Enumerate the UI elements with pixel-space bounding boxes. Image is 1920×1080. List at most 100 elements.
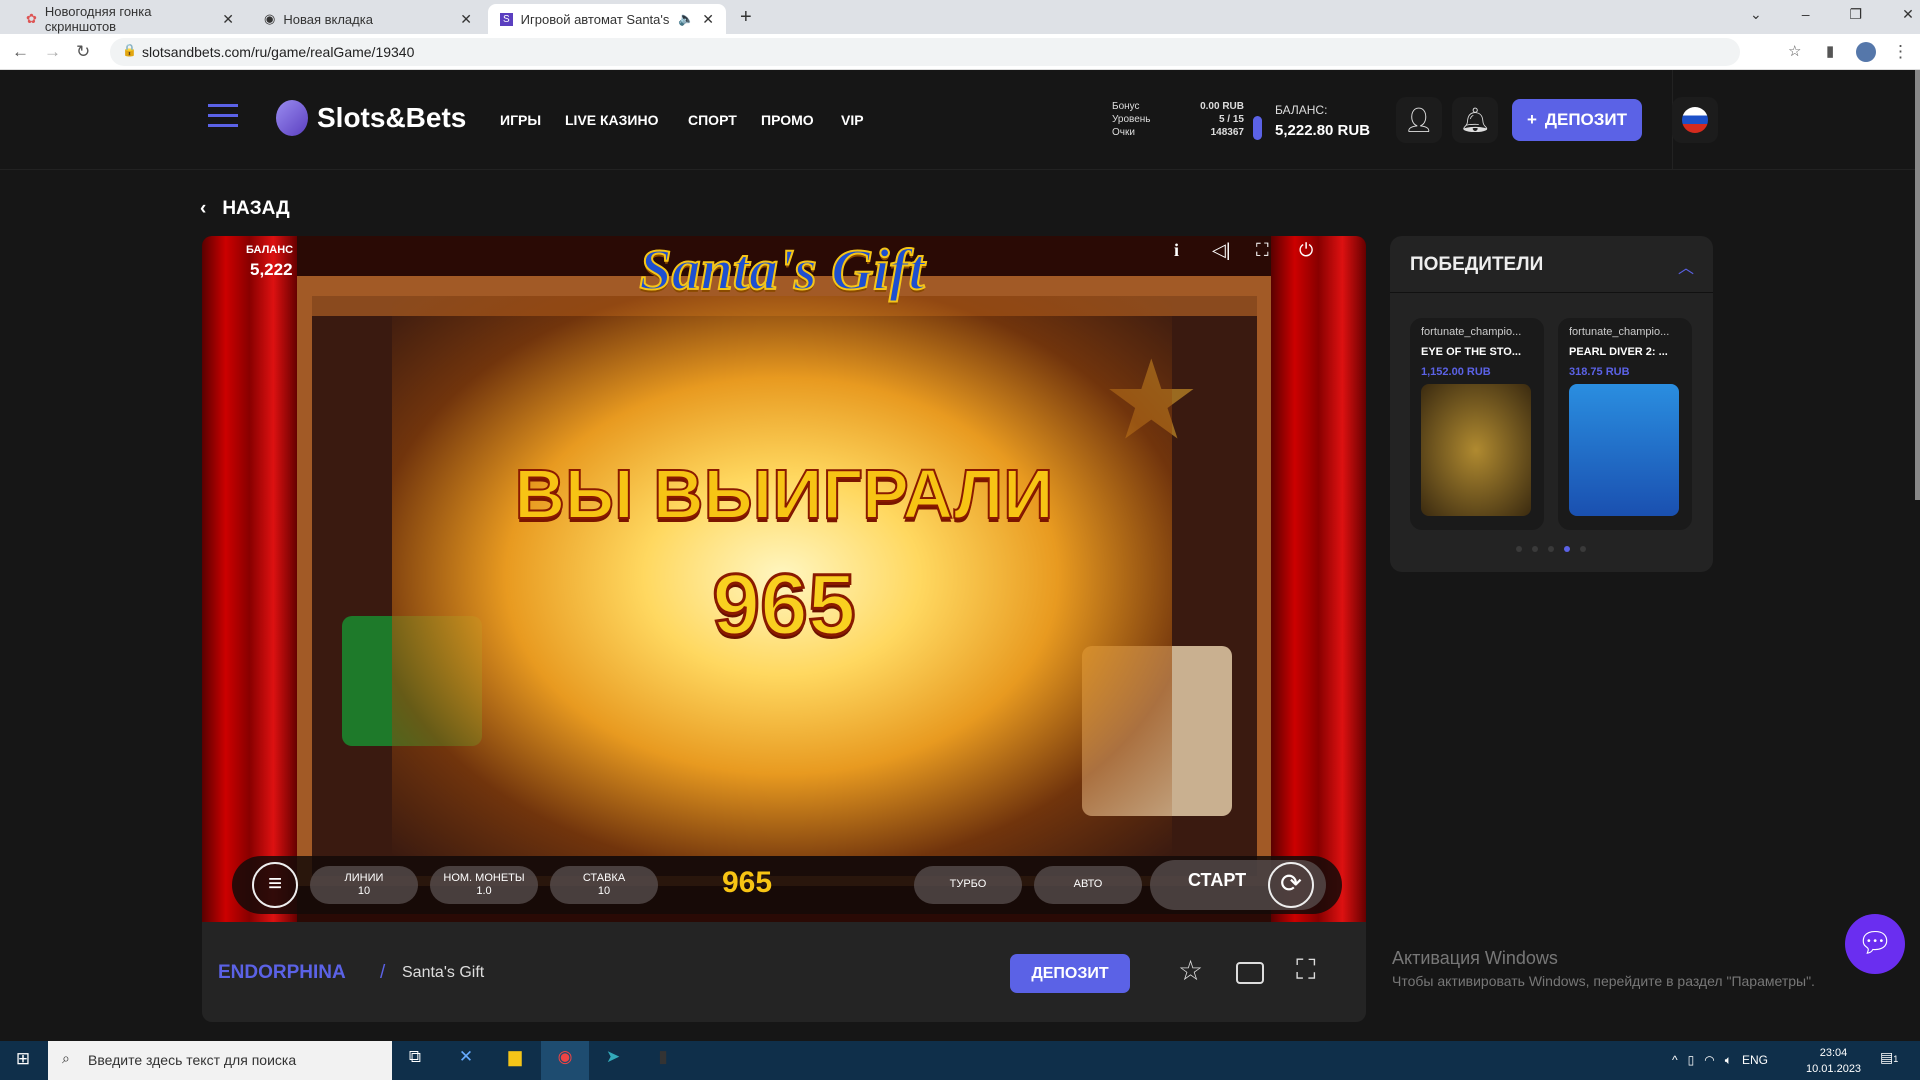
url-input[interactable]: 🔒 slotsandbets.com/ru/game/realGame/19340 <box>110 38 1740 66</box>
star-icon[interactable]: ☆ <box>1788 42 1801 60</box>
browser-tab-bar: ✿ Новогодняя гонка скриншотов ✕ ◉ Новая вкл… <box>0 0 1920 34</box>
nav-sport[interactable]: СПОРТ <box>688 112 737 128</box>
winner-card[interactable]: fortunate_champio... EYE OF THE STO... 1… <box>1410 318 1544 530</box>
user-icon[interactable]: 👤︎ <box>1396 97 1442 143</box>
user-stats-values: 0.00 RUB 5 / 15 148367 <box>1200 101 1244 138</box>
language-indicator: ENG <box>1741 1053 1768 1067</box>
game-logo: Santa's Gift <box>638 236 925 303</box>
app-icon[interactable]: ▮ <box>648 1047 678 1075</box>
reload-icon[interactable]: ↻ <box>76 42 90 62</box>
system-tray[interactable]: ^ ▯ ◠ 🔈︎ ENG <box>1672 1053 1768 1068</box>
game-thumbnail <box>1569 384 1679 516</box>
back-icon[interactable]: ← <box>12 42 29 62</box>
chevron-left-icon: ‹ <box>200 198 207 219</box>
game-balance-value: 5,222 <box>250 260 293 279</box>
chat-button[interactable]: 💬︎ <box>1845 914 1905 974</box>
windows-activation-text: Чтобы активировать Windows, перейдите в … <box>1392 973 1815 989</box>
back-link[interactable]: ‹ НАЗАД <box>200 198 290 220</box>
pager-dot[interactable] <box>1580 546 1586 552</box>
forward-icon[interactable]: → <box>44 42 61 62</box>
tab-new-tab[interactable]: ◉ Новая вкладка ✕ <box>252 4 484 34</box>
address-bar: ← → ↻ 🔒 slotsandbets.com/ru/game/realGame… <box>0 34 1920 70</box>
game-menu-button[interactable]: ≡ <box>252 862 298 908</box>
windows-start-icon[interactable]: ⊞ <box>8 1049 38 1077</box>
power-icon[interactable]: ⏻ <box>1299 240 1313 261</box>
taskbar-search-input[interactable]: ⌕ Введите здесь текст для поиска <box>48 1041 392 1080</box>
tab-search-icon[interactable]: ⌄ <box>1750 6 1762 23</box>
spin-icon[interactable]: ⟳ <box>1268 862 1314 908</box>
hamburger-menu-icon[interactable] <box>208 104 238 127</box>
sound-icon[interactable]: ◁| <box>1212 240 1231 261</box>
nav-promo[interactable]: ПРОМО <box>761 112 814 128</box>
tab-santas-gift[interactable]: S Игровой автомат Santa's Gi 🔈 ✕ <box>488 4 726 34</box>
clock[interactable]: 23:04 10.01.2023 <box>1806 1045 1861 1077</box>
coin-value-selector[interactable]: НОМ. МОНЕТЫ 1.0 <box>430 866 538 904</box>
speaker-icon[interactable]: 🔈 <box>678 11 694 27</box>
windows-activation-title: Активация Windows <box>1392 948 1558 968</box>
notification-icon[interactable]: ▤1 <box>1880 1049 1898 1066</box>
task-view-icon[interactable]: ⧉ <box>400 1047 430 1075</box>
telegram-icon[interactable]: ➤ <box>598 1047 628 1075</box>
close-icon[interactable]: ✕ <box>222 11 234 28</box>
tab-screenshot-race[interactable]: ✿ Новогодняя гонка скриншотов ✕ <box>14 4 246 34</box>
sidepanel-icon[interactable]: ▮ <box>1826 42 1834 60</box>
restore-icon[interactable]: ❐ <box>1850 6 1863 23</box>
turbo-toggle[interactable]: ТУРБО <box>914 866 1022 904</box>
plus-icon: + <box>1526 110 1537 129</box>
profile-avatar[interactable] <box>1856 42 1876 62</box>
pager-dot-active[interactable] <box>1564 546 1570 552</box>
window-mode-icon[interactable] <box>1236 962 1264 984</box>
nav-games[interactable]: ИГРЫ <box>500 112 541 128</box>
user-stats-labels: Бонус Уровень Очки <box>1112 101 1151 138</box>
fullscreen-icon[interactable]: ⛶ <box>1296 954 1316 987</box>
chevron-up-icon[interactable]: ︿ <box>1678 254 1694 278</box>
site-header: Slots&Bets ИГРЫ LIVE КАЗИНО СПОРТ ПРОМО … <box>0 70 1915 170</box>
bet-selector[interactable]: СТАВКА 10 <box>550 866 658 904</box>
auto-toggle[interactable]: АВТО <box>1034 866 1142 904</box>
game-control-bar: ≡ ЛИНИИ 10 НОМ. МОНЕТЫ 1.0 СТАВКА 10 965 ТУ… <box>232 856 1342 914</box>
window-controls: ⌄ – ❐ ✕ <box>1750 6 1914 23</box>
provider-link[interactable]: ENDORPHINA <box>218 962 346 984</box>
site-logo[interactable]: Slots&Bets <box>317 102 466 134</box>
pager-dot[interactable] <box>1532 546 1538 552</box>
deposit-button[interactable]: + ДЕПОЗИТ <box>1512 99 1642 141</box>
chevron-up-icon: ^ <box>1672 1053 1678 1067</box>
lines-selector[interactable]: ЛИНИИ 10 <box>310 866 418 904</box>
winner-card[interactable]: fortunate_champio... PEARL DIVER 2: ... … <box>1558 318 1692 530</box>
chrome-icon: ◉ <box>264 11 276 26</box>
close-window-icon[interactable]: ✕ <box>1902 6 1914 23</box>
balance-label: БАЛАНС: <box>1275 103 1328 117</box>
nav-live-casino[interactable]: LIVE КАЗИНО <box>565 112 659 128</box>
app-icon[interactable]: ✕ <box>451 1047 481 1075</box>
wifi-icon: ◠ <box>1704 1053 1715 1067</box>
winners-panel: ПОБЕДИТЕЛИ ︿ fortunate_champio... EYE OF… <box>1390 236 1713 572</box>
bell-icon[interactable]: 🔔︎ <box>1452 97 1498 143</box>
balance-value: 5,222.80 RUB <box>1275 122 1371 139</box>
game-name: Santa's Gift <box>402 964 485 981</box>
deposit-button-bottom[interactable]: ДЕПОЗИТ <box>1010 954 1130 993</box>
pager-dot[interactable] <box>1516 546 1522 552</box>
minimize-icon[interactable]: – <box>1802 6 1810 23</box>
file-explorer-icon[interactable]: ▆ <box>500 1047 530 1075</box>
nav-vip[interactable]: VIP <box>841 112 864 128</box>
winners-title: ПОБЕДИТЕЛИ <box>1410 254 1544 275</box>
favorite-star-icon[interactable]: ☆ <box>1178 954 1203 987</box>
scrollbar[interactable] <box>1915 70 1920 500</box>
fullscreen-icon[interactable]: ⛶ <box>1256 240 1269 261</box>
win-amount: 965 <box>711 556 858 655</box>
battery-icon: ▯ <box>1687 1053 1695 1067</box>
new-tab-button[interactable]: + <box>740 6 752 29</box>
chrome-icon[interactable]: ◉ <box>550 1047 580 1075</box>
game-iframe[interactable]: ★ БАЛАНС 5,222 Santa's Gift i ◁| ⛶ ⏻ ВЫ … <box>202 236 1366 922</box>
pager-dot[interactable] <box>1548 546 1554 552</box>
close-icon[interactable]: ✕ <box>702 11 714 28</box>
win-title: ВЫ ВЫИГРАЛИ <box>514 454 1055 534</box>
breadcrumb-separator: / <box>380 962 386 983</box>
menu-icon[interactable]: ⋮ <box>1892 42 1909 62</box>
site-icon: S <box>500 12 513 26</box>
close-icon[interactable]: ✕ <box>460 11 472 28</box>
level-progress <box>1253 116 1262 140</box>
language-flag-ru[interactable] <box>1672 97 1718 143</box>
game-thumbnail <box>1421 384 1531 516</box>
info-icon[interactable]: i <box>1174 240 1179 261</box>
